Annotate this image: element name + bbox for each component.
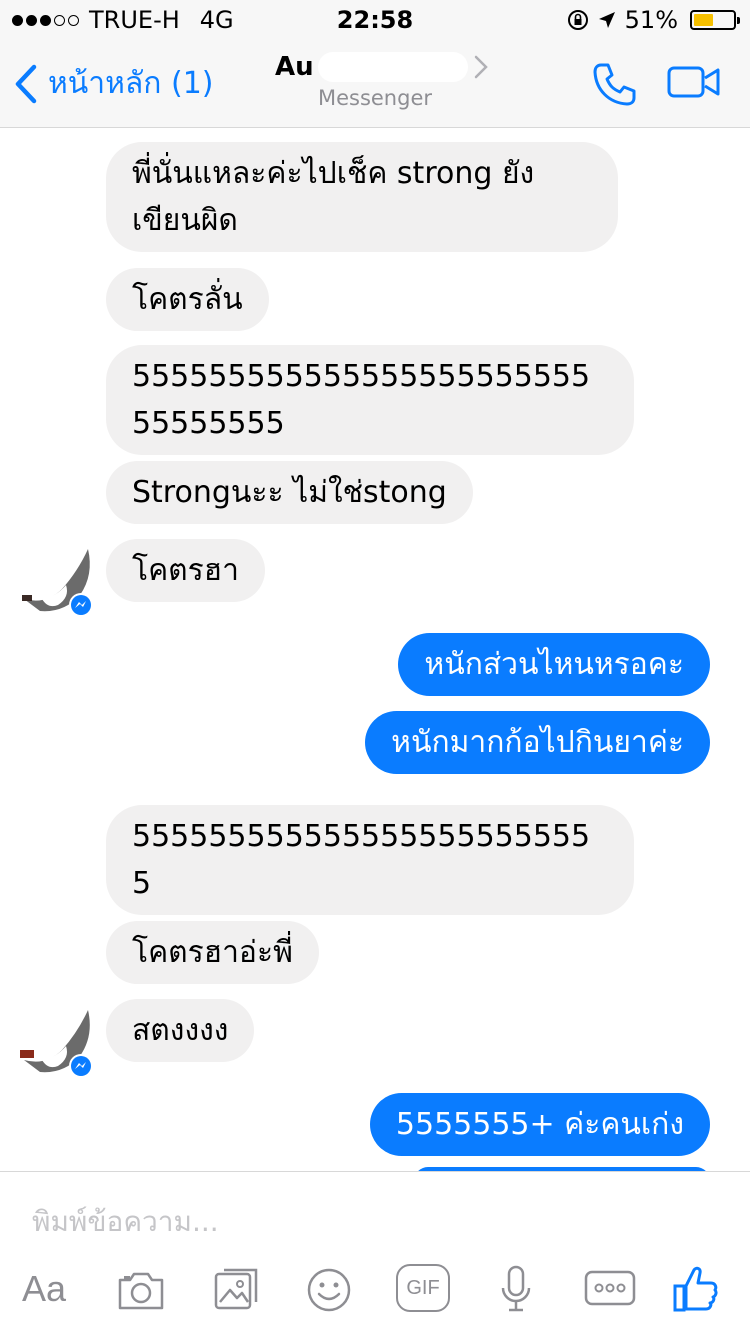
- avatar-image: [20, 1010, 93, 1078]
- battery-level-fill: [694, 14, 714, 26]
- redacted-name-block: [317, 52, 468, 82]
- outgoing-message[interactable]: หนักมากก้อไปกินยาค่ะ: [365, 711, 710, 774]
- location-arrow-icon: [598, 12, 615, 28]
- contact-title[interactable]: Au: [275, 52, 488, 82]
- composer: พิมพ์ข้อความ... Aa GIF: [0, 1171, 750, 1334]
- battery-percent: 51%: [624, 6, 678, 34]
- gif-button[interactable]: GIF: [396, 1264, 450, 1312]
- incoming-message[interactable]: โคตรลั่น: [106, 268, 269, 331]
- emoji-button[interactable]: [305, 1266, 353, 1314]
- battery-icon: [690, 10, 740, 30]
- incoming-message[interactable]: สตงงงง: [106, 999, 255, 1062]
- video-camera-icon: [667, 66, 720, 98]
- incoming-message[interactable]: โคตรฮาอ่ะพี่: [106, 921, 319, 984]
- chevron-right-icon: [474, 55, 488, 79]
- incoming-message[interactable]: 55555555555555555555555555555555: [106, 345, 634, 455]
- text-style-button[interactable]: Aa: [22, 1268, 66, 1310]
- microphone-icon: [501, 1265, 531, 1312]
- more-icon: [584, 1270, 636, 1306]
- outgoing-message[interactable]: หนักส่วนไหนหรอคะ: [398, 633, 710, 696]
- status-bar: TRUE-H 4G 22:58 51%: [0, 0, 750, 40]
- voice-call-button[interactable]: [590, 60, 638, 112]
- camera-button[interactable]: [116, 1268, 166, 1312]
- photo-gallery-button[interactable]: [212, 1266, 260, 1314]
- video-call-button[interactable]: [667, 64, 721, 104]
- incoming-message[interactable]: 5555555555555555555555555: [106, 805, 634, 915]
- contact-name: Au: [275, 52, 314, 82]
- status-right: 51%: [567, 6, 740, 34]
- more-options-button[interactable]: [584, 1270, 636, 1306]
- gif-label: GIF: [406, 1276, 440, 1299]
- voice-message-button[interactable]: [498, 1264, 534, 1316]
- composer-toolbar: Aa GIF: [0, 1260, 750, 1330]
- like-button[interactable]: [672, 1264, 718, 1314]
- incoming-message[interactable]: Strongนะะ ไม่ใช่stong: [106, 461, 473, 524]
- contact-avatar[interactable]: [18, 1006, 96, 1084]
- smiley-icon: [307, 1268, 351, 1312]
- incoming-message[interactable]: พี่นั่นแหละค่ะไปเช็ค strong ยังเขียนผิด: [106, 142, 618, 252]
- orientation-lock-icon: [567, 10, 588, 30]
- incoming-message[interactable]: โคตรฮา: [106, 539, 265, 602]
- photo-icon: [214, 1268, 258, 1310]
- contact-avatar[interactable]: [18, 545, 96, 623]
- phone-icon: [593, 63, 636, 106]
- conversation-header: หน้าหลัก (1) Au Messenger: [0, 40, 750, 128]
- message-thread[interactable]: พี่นั่นแหละค่ะไปเช็ค strong ยังเขียนผิด …: [0, 129, 750, 1171]
- message-input[interactable]: พิมพ์ข้อความ...: [32, 1200, 219, 1244]
- avatar-image: [22, 549, 93, 617]
- camera-icon: [118, 1272, 164, 1310]
- thumbs-up-icon: [673, 1266, 718, 1312]
- outgoing-message[interactable]: 5555555+ ค่ะคนเก่ง: [369, 1093, 710, 1156]
